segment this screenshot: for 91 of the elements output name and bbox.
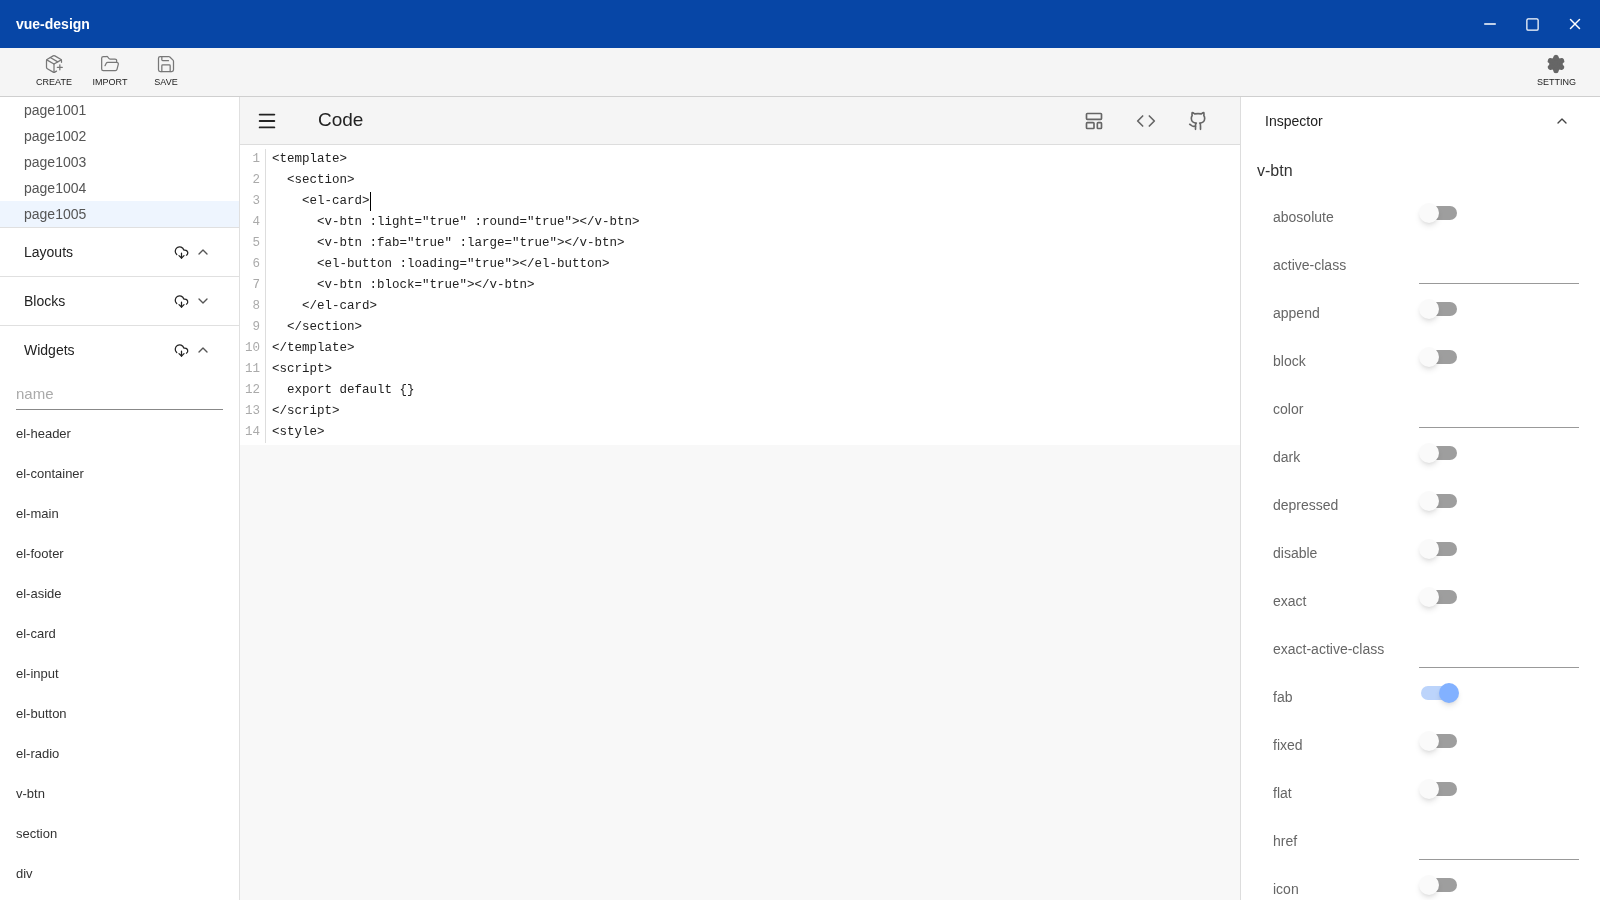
prop-label: color (1273, 399, 1305, 419)
toggle-switch[interactable] (1419, 442, 1459, 464)
toolbar-button[interactable]: SAVE (138, 54, 194, 90)
prop-label: exact (1273, 591, 1308, 611)
code-line: <v-btn :fab="true" :large="true"></v-btn> (316, 235, 625, 253)
prop-label: exact-active-class (1273, 639, 1386, 659)
widget-item[interactable]: el-aside (0, 574, 239, 614)
code-line: </script> (271, 403, 340, 421)
prop-label: href (1273, 831, 1299, 851)
widget-item[interactable]: v-btn (0, 774, 239, 814)
line-number: 12 (240, 380, 266, 401)
line-number: 8 (240, 296, 266, 317)
widget-item[interactable]: el-card (0, 614, 239, 654)
toggle-switch[interactable] (1419, 682, 1459, 704)
component-name: v-btn (1256, 161, 1294, 181)
line-number: 2 (240, 170, 266, 191)
widget-item[interactable]: el-main (0, 494, 239, 534)
line-number: 4 (240, 212, 266, 233)
line-number: 6 (240, 254, 266, 275)
settings-icon (1546, 54, 1567, 75)
code-line: </el-card> (301, 298, 378, 316)
page-item[interactable]: page1004 (0, 175, 239, 201)
widget-item[interactable]: el-footer (0, 534, 239, 574)
prop-label: dark (1273, 447, 1302, 467)
line-number: 5 (240, 233, 266, 254)
inspector-header[interactable]: Inspector (1241, 97, 1600, 145)
prop-label: flat (1273, 783, 1293, 803)
widget-item[interactable]: el-container (0, 454, 239, 494)
section-header[interactable]: Layouts (0, 227, 239, 276)
search-field[interactable]: name (16, 378, 223, 410)
line-number: 1 (240, 149, 266, 170)
prop-label: depressed (1273, 495, 1340, 515)
maximize-icon[interactable] (1525, 16, 1540, 32)
toggle-switch[interactable] (1419, 538, 1459, 560)
code-line: <template> (271, 151, 347, 169)
code-line: export default {} (286, 382, 415, 400)
toggle-switch[interactable] (1419, 778, 1459, 800)
prop-label: append (1273, 303, 1321, 323)
line-number: 7 (240, 275, 266, 296)
section-header[interactable]: Widgets (0, 325, 239, 374)
prop-label: fab (1273, 687, 1294, 707)
code-line: <v-btn :light="true" :round="true"></v-btn> (316, 214, 640, 232)
prop-label: fixed (1273, 735, 1304, 755)
widget-item[interactable]: el-input (0, 654, 239, 694)
line-number: 3 (240, 191, 266, 212)
code-line: <el-card> (266, 192, 371, 211)
window-title: vue-design (16, 14, 90, 34)
cloud-download-icon[interactable] (174, 342, 189, 358)
code-line: <el-button :loading="true"></el-button> (316, 256, 610, 274)
section-header[interactable]: Blocks (0, 276, 239, 325)
editor-title: Code (318, 108, 364, 133)
toolbar-button[interactable]: CREATE (26, 54, 82, 90)
code-line: <script> (271, 361, 332, 379)
widget-item[interactable]: el-radio (0, 734, 239, 774)
widget-item[interactable]: el-header (0, 414, 239, 454)
prop-label: active-class (1273, 255, 1348, 275)
toggle-switch[interactable] (1419, 346, 1459, 368)
cloud-download-icon[interactable] (174, 244, 189, 260)
widget-item[interactable]: section (0, 814, 239, 854)
code-line: <v-btn :block="true"></v-btn> (316, 277, 535, 295)
line-number: 13 (240, 401, 266, 422)
box-plus-icon (44, 54, 64, 75)
toolbar-button[interactable]: IMPORT (82, 54, 138, 90)
line-number: 14 (240, 422, 266, 443)
code-line: <style> (271, 424, 325, 442)
widget-item[interactable]: div (0, 854, 239, 894)
line-number: 10 (240, 338, 266, 359)
toggle-switch[interactable] (1419, 298, 1459, 320)
prop-label: block (1273, 351, 1307, 371)
page-item[interactable]: page1003 (0, 149, 239, 175)
toggle-switch[interactable] (1419, 874, 1459, 896)
widget-item[interactable]: el-button (0, 694, 239, 734)
code-line: </section> (286, 319, 362, 337)
code-line: </template> (271, 340, 355, 358)
cloud-download-icon[interactable] (174, 293, 189, 309)
github-icon[interactable] (1188, 110, 1208, 131)
prop-label: abosolute (1273, 207, 1335, 227)
prop-label: icon (1273, 879, 1300, 899)
prop-label: disable (1273, 543, 1319, 563)
setting-button[interactable]: SETTING (1537, 54, 1576, 90)
line-number: 11 (240, 359, 266, 380)
page-item[interactable]: page1001 (0, 97, 239, 123)
code-line: <section> (286, 172, 355, 190)
toggle-switch[interactable] (1419, 730, 1459, 752)
layout-icon[interactable] (1084, 110, 1104, 131)
toggle-switch[interactable] (1419, 586, 1459, 608)
page-item[interactable]: page1002 (0, 123, 239, 149)
page-item[interactable]: page1005 (0, 201, 239, 227)
toggle-switch[interactable] (1419, 490, 1459, 512)
line-number: 9 (240, 317, 266, 338)
toggle-switch[interactable] (1419, 202, 1459, 224)
